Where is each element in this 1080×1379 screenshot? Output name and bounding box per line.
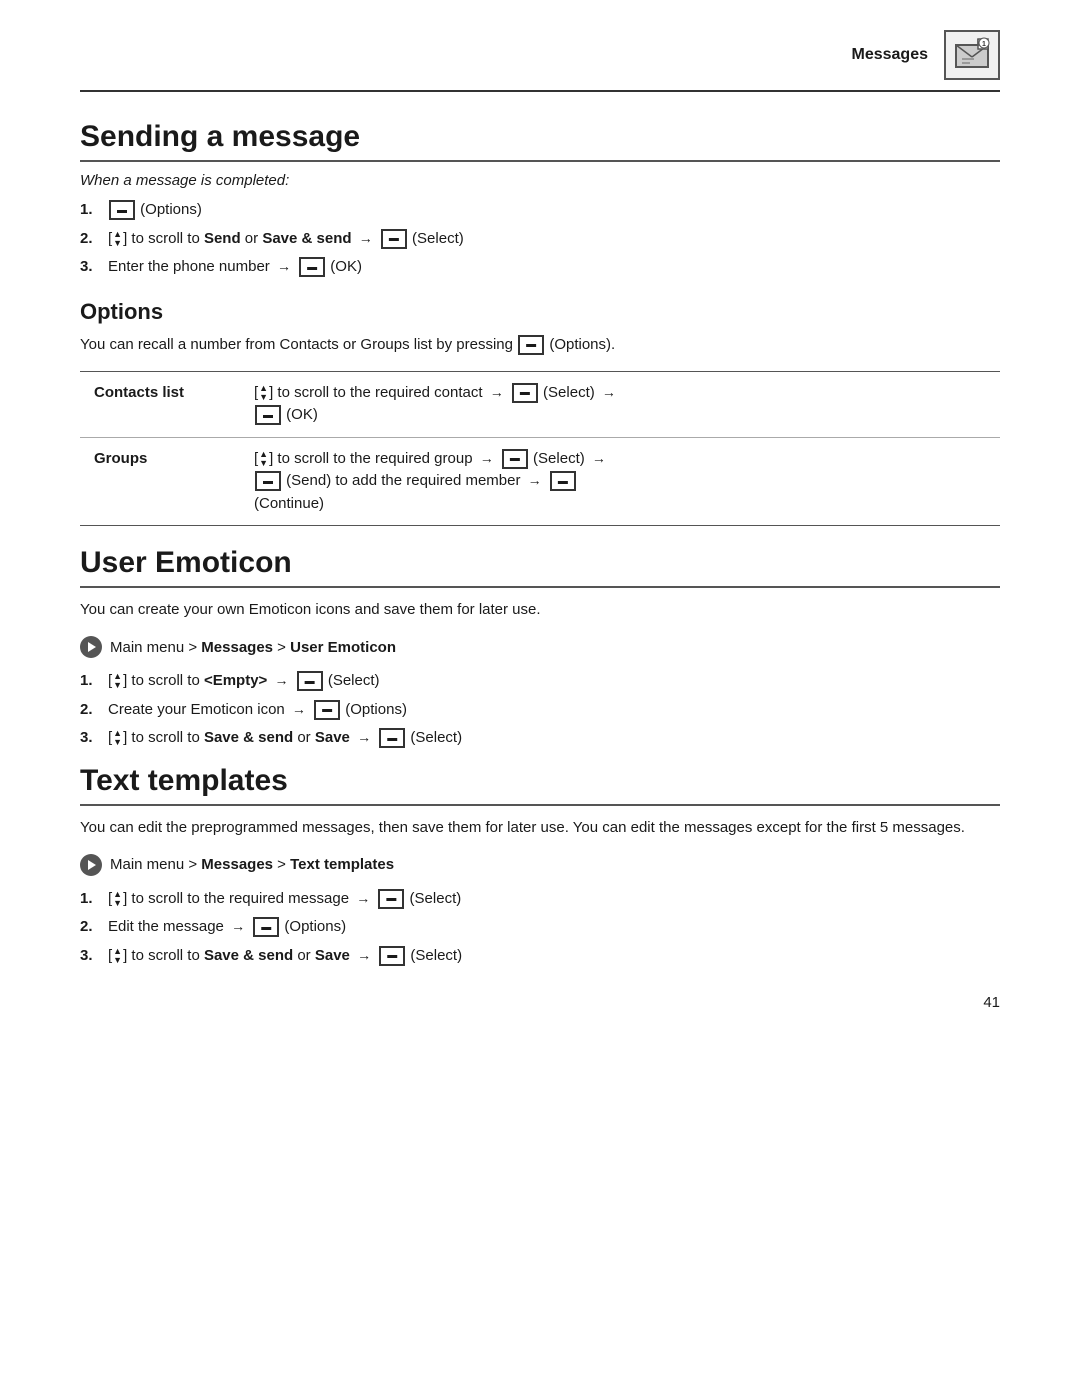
section3-menu-path-text: Main menu > Messages > Text templates: [110, 856, 394, 873]
section2-menu-path-text: Main menu > Messages > User Emoticon: [110, 639, 396, 656]
select-btn-2-1: ▬: [297, 671, 323, 691]
page-header: Messages 1: [80, 30, 1000, 92]
section1-subtitle: When a message is completed:: [80, 172, 1000, 189]
options-title: Options: [80, 299, 1000, 325]
table-row-contacts: Contacts list [▲▼] to scroll to the requ…: [80, 371, 1000, 437]
section3-title: Text templates: [80, 764, 1000, 806]
step-2-2: 2. Create your Emoticon icon → ▬ (Option…: [80, 699, 1000, 722]
groups-label: Groups: [80, 437, 240, 526]
section1-title: Sending a message: [80, 120, 1000, 162]
section2-paragraph: You can create your own Emoticon icons a…: [80, 598, 1000, 622]
page-container: Messages 1 Sending a message Whe: [0, 0, 1080, 1041]
step-1-3: 3. Enter the phone number → ▬ (OK): [80, 256, 1000, 279]
step-3-3: 3. [▲▼] to scroll to Save & send or Save…: [80, 945, 1000, 968]
select-btn-2-3: ▬: [379, 728, 405, 748]
ok-btn-1: ▬: [299, 257, 325, 277]
menu-path-icon-3: [80, 854, 102, 876]
nav-arrows-3-1: ▲▼: [113, 890, 122, 908]
step-1-2: 2. [▲▼] to scroll to Send or Save & send…: [80, 228, 1000, 251]
options-btn-inline: ▬: [518, 335, 544, 355]
section3-menu-path: Main menu > Messages > Text templates: [80, 854, 1000, 876]
step-2-3: 3. [▲▼] to scroll to Save & send or Save…: [80, 727, 1000, 750]
nav-arrows-groups: ▲▼: [259, 450, 268, 468]
select-btn-contacts: ▬: [512, 383, 538, 403]
options-btn-2-2: ▬: [314, 700, 340, 720]
contacts-list-label: Contacts list: [80, 371, 240, 437]
messages-icon: 1: [944, 30, 1000, 80]
header-title: Messages: [852, 46, 929, 64]
page-number: 41: [983, 994, 1000, 1011]
ok-btn-contacts: ▬: [255, 405, 281, 425]
options-btn-1: ▬: [109, 200, 135, 220]
section2-steps: 1. [▲▼] to scroll to <Empty> → ▬ (Select…: [80, 670, 1000, 750]
select-btn-3-3: ▬: [379, 946, 405, 966]
step-3-1: 1. [▲▼] to scroll to the required messag…: [80, 888, 1000, 911]
select-btn-groups: ▬: [502, 449, 528, 469]
nav-arrows-1: ▲▼: [113, 230, 122, 248]
section2-title: User Emoticon: [80, 546, 1000, 588]
options-btn-3-2: ▬: [253, 917, 279, 937]
step-2-1: 1. [▲▼] to scroll to <Empty> → ▬ (Select…: [80, 670, 1000, 693]
section1-steps: 1. ▬ (Options) 2. [▲▼] to scroll to Send…: [80, 199, 1000, 279]
nav-arrows-2-1: ▲▼: [113, 672, 122, 690]
nav-arrows-contacts: ▲▼: [259, 384, 268, 402]
menu-path-icon-2: [80, 636, 102, 658]
step-1-1: 1. ▬ (Options): [80, 199, 1000, 222]
continue-btn-groups: ▬: [550, 471, 576, 491]
options-table: Contacts list [▲▼] to scroll to the requ…: [80, 371, 1000, 527]
groups-content: [▲▼] to scroll to the required group → ▬…: [240, 437, 1000, 526]
nav-arrows-2-3: ▲▼: [113, 729, 122, 747]
section3-steps: 1. [▲▼] to scroll to the required messag…: [80, 888, 1000, 968]
section3-paragraph: You can edit the preprogrammed messages,…: [80, 816, 1000, 840]
step-3-2: 2. Edit the message → ▬ (Options): [80, 916, 1000, 939]
send-btn-groups: ▬: [255, 471, 281, 491]
table-row-groups: Groups [▲▼] to scroll to the required gr…: [80, 437, 1000, 526]
options-paragraph: You can recall a number from Contacts or…: [80, 333, 1000, 357]
svg-text:1: 1: [982, 41, 986, 48]
select-btn-3-1: ▬: [378, 889, 404, 909]
contacts-list-content: [▲▼] to scroll to the required contact →…: [240, 371, 1000, 437]
section2-menu-path: Main menu > Messages > User Emoticon: [80, 636, 1000, 658]
select-btn-1: ▬: [381, 229, 407, 249]
nav-arrows-3-3: ▲▼: [113, 947, 122, 965]
